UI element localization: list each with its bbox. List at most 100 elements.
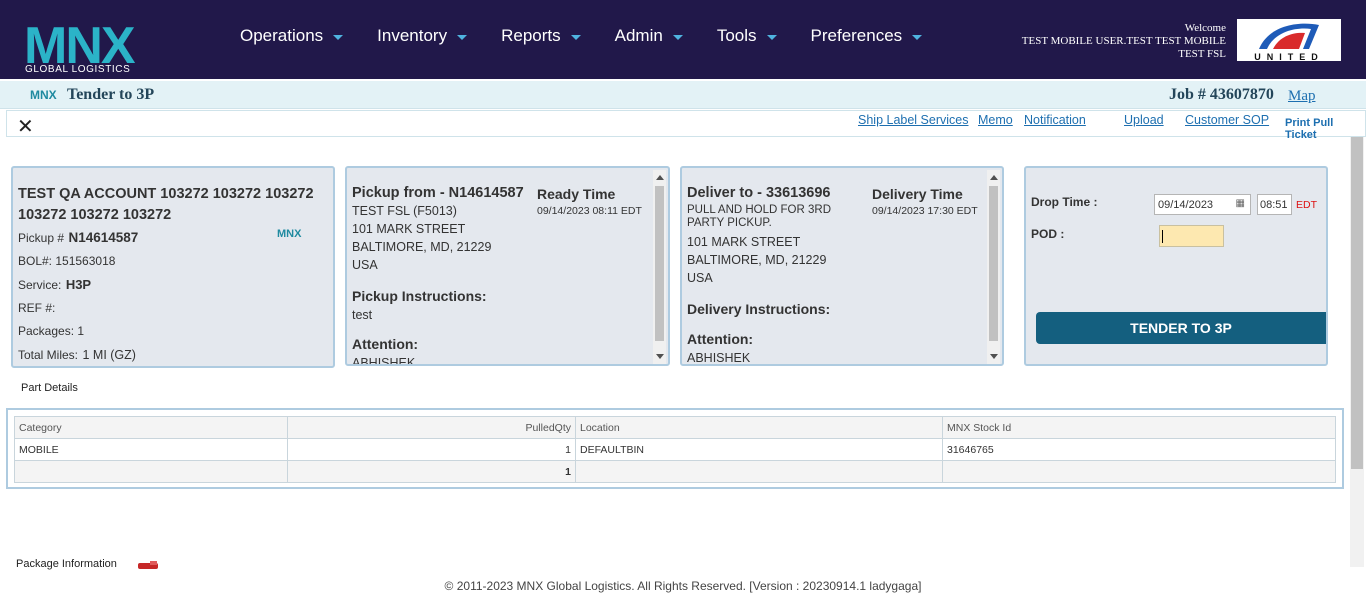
tender-to-3p-button[interactable]: TENDER TO 3P [1036, 312, 1326, 344]
scroll-down-icon[interactable] [656, 354, 664, 359]
header-pulled-qty[interactable]: PulledQty [287, 416, 576, 439]
delivery-location: PULL AND HOLD FOR 3RD PARTY PICKUP. [687, 204, 831, 229]
pickup-title: Pickup from - N14614587 [352, 185, 524, 201]
page-scrollbar[interactable] [1350, 137, 1364, 567]
truck-icon [138, 561, 158, 569]
text-cursor [1162, 230, 1163, 243]
user-location: TEST FSL [1178, 48, 1226, 60]
carrier-logo: MNX [277, 228, 302, 240]
user-name: TEST MOBILE USER.TEST TEST MOBILE [1021, 35, 1226, 47]
chevron-down-icon [912, 34, 923, 40]
pickup-country: USA [352, 258, 378, 272]
account-card: TEST QA ACCOUNT 103272 103272 103272 103… [11, 166, 335, 368]
timezone-label: EDT [1296, 199, 1317, 211]
pod-label: POD : [1031, 227, 1065, 241]
calendar-icon[interactable]: ▦ [1236, 198, 1245, 209]
cell-location: DEFAULTBIN [575, 438, 943, 461]
pickup-instructions-label: Pickup Instructions: [352, 288, 487, 304]
delivery-street: 101 MARK STREET [687, 235, 801, 249]
header-location[interactable]: Location [575, 416, 943, 439]
chevron-down-icon [333, 34, 344, 40]
scroll-thumb[interactable] [989, 186, 998, 341]
page-header: MNX Tender to 3P Job # 43607870 Map [0, 81, 1366, 109]
chevron-down-icon [570, 34, 581, 40]
part-details-table: Category PulledQty Location MNX Stock Id… [14, 416, 1336, 483]
header-category[interactable]: Category [14, 416, 288, 439]
chevron-down-icon [672, 34, 683, 40]
delivery-instructions-label: Delivery Instructions: [687, 301, 831, 317]
footer-copyright: © 2011-2023 MNX Global Logistics. All Ri… [444, 579, 922, 593]
total-pulled-qty: 1 [287, 460, 576, 483]
scroll-up-icon[interactable] [656, 175, 664, 180]
logo-subtitle: GLOBAL LOGISTICS [25, 64, 131, 75]
package-information-title: Package Information [16, 558, 117, 570]
welcome-label: Welcome [1184, 22, 1226, 34]
table-total-row: 1 [14, 460, 1336, 483]
header-stock-id[interactable]: MNX Stock Id [942, 416, 1336, 439]
menu-operations[interactable]: Operations [240, 26, 344, 46]
total-empty-cell [942, 460, 1336, 483]
customer-sop-link[interactable]: Customer SOP [1185, 113, 1269, 127]
table-row[interactable]: MOBILE 1 DEFAULTBIN 31646765 [14, 438, 1336, 461]
bol-number: BOL#: 151563018 [18, 254, 116, 268]
ship-label-services-link[interactable]: Ship Label Services [858, 113, 968, 127]
pickup-scrollbar[interactable] [653, 170, 666, 364]
delivery-time-value: 09/14/2023 17:30 EDT [872, 205, 978, 217]
account-name: TEST QA ACCOUNT 103272 103272 103272 103… [18, 186, 314, 223]
delivery-title: Deliver to - 33613696 [687, 185, 831, 201]
page-title: Tender to 3P [67, 86, 155, 103]
close-icon[interactable]: ✕ [17, 114, 34, 139]
tender-card: Drop Time : 09/14/2023 ▦ 08:51 EDT POD :… [1024, 166, 1328, 366]
ref-number: REF #: [18, 301, 56, 315]
drop-time-label: Drop Time : [1031, 195, 1098, 209]
service-type: Service: H3P [18, 277, 92, 292]
memo-link[interactable]: Memo [978, 113, 1013, 127]
total-miles: Total Miles: 1 MI (GZ) [18, 348, 136, 362]
chevron-down-icon [766, 34, 777, 40]
job-number: Job # 43607870 [1169, 86, 1274, 103]
pickup-street: 101 MARK STREET [352, 222, 466, 236]
pickup-instructions-value: test [352, 308, 373, 322]
part-details-panel: Category PulledQty Location MNX Stock Id… [6, 408, 1344, 489]
table-header-row: Category PulledQty Location MNX Stock Id [14, 416, 1336, 439]
cell-pulled-qty: 1 [287, 438, 576, 461]
scroll-up-icon[interactable] [990, 175, 998, 180]
menu-inventory[interactable]: Inventory [377, 26, 468, 46]
delivery-card: Deliver to - 33613696 Delivery Time 09/1… [680, 166, 1004, 366]
delivery-city: BALTIMORE, MD, 21229 [687, 253, 827, 267]
svg-text:UNITED: UNITED [1254, 52, 1324, 61]
mnx-small-logo: MNX [30, 88, 57, 102]
pickup-city: BALTIMORE, MD, 21229 [352, 240, 492, 254]
total-empty-cell [575, 460, 943, 483]
menu-reports[interactable]: Reports [501, 26, 581, 46]
page-scroll-thumb[interactable] [1351, 137, 1363, 469]
menu-admin[interactable]: Admin [615, 26, 683, 46]
delivery-country: USA [687, 271, 713, 285]
pickup-attention-label: Attention: [352, 336, 419, 352]
pod-input[interactable] [1159, 225, 1224, 247]
scroll-down-icon[interactable] [990, 354, 998, 359]
cell-stock-id: 31646765 [942, 438, 1336, 461]
drop-time-input[interactable]: 08:51 [1257, 194, 1292, 215]
delivery-scrollbar[interactable] [987, 170, 1000, 364]
part-details-title: Part Details [21, 382, 78, 394]
pickup-card: Pickup from - N14614587 Ready Time 09/14… [345, 166, 670, 366]
delivery-attention-value: ABHISHEK [687, 351, 751, 365]
total-empty-cell [14, 460, 288, 483]
user-info: Welcome TEST MOBILE USER.TEST TEST MOBIL… [1022, 22, 1226, 61]
upload-link[interactable]: Upload [1124, 113, 1164, 127]
packages-count: Packages: 1 [18, 324, 85, 338]
drop-date-input[interactable]: 09/14/2023 ▦ [1154, 194, 1251, 215]
menu-preferences[interactable]: Preferences [811, 26, 923, 46]
menu-tools[interactable]: Tools [717, 26, 777, 46]
top-navigation: MNX GLOBAL LOGISTICS Operations Inventor… [0, 0, 1366, 79]
united-logo: UNITED [1237, 19, 1341, 61]
main-menu: Operations Inventory Reports Admin Tools… [240, 26, 956, 46]
ready-time-value: 09/14/2023 08:11 EDT [537, 205, 642, 217]
delivery-attention-label: Attention: [687, 331, 754, 347]
notification-link[interactable]: Notification [1024, 113, 1086, 127]
scroll-thumb[interactable] [655, 186, 664, 341]
map-link[interactable]: Map [1288, 88, 1316, 105]
pickup-attention-value: ABHISHEK [352, 356, 416, 366]
pickup-number: Pickup # N14614587 [18, 230, 139, 245]
